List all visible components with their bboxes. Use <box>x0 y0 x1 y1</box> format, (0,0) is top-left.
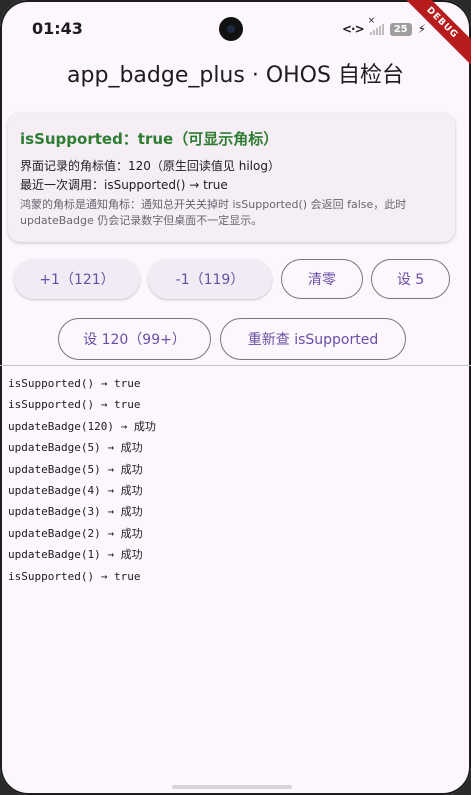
home-indicator[interactable] <box>172 785 292 789</box>
log-entry: updateBadge(1) → 成功 <box>8 548 143 562</box>
signal-icon: × <box>368 16 384 35</box>
last-call-line: 最近一次调用：isSupported() → true <box>20 178 228 192</box>
call-log: isSupported() → true isSupported() → tru… <box>8 373 156 587</box>
log-entry: isSupported() → true <box>8 569 141 583</box>
set-120-button[interactable]: 设 120（99+） <box>58 318 211 360</box>
status-card: isSupported：true（可显示角标） 界面记录的角标值：120（原生回… <box>8 113 455 242</box>
status-icons: <·> × 25 ⚡ <box>342 16 427 38</box>
log-entry: isSupported() → true <box>8 398 141 412</box>
charging-bolt-icon: ⚡ <box>417 22 427 36</box>
decrement-button[interactable]: -1（119） <box>148 259 272 299</box>
log-entry: updateBadge(4) → 成功 <box>8 483 143 497</box>
battery-icon: 25 <box>389 22 412 36</box>
increment-button[interactable]: +1（121） <box>14 259 140 299</box>
camera-cutout <box>219 17 243 41</box>
log-entry: updateBadge(5) → 成功 <box>8 441 143 455</box>
log-entry: updateBadge(2) → 成功 <box>8 526 143 540</box>
status-time: 01:43 <box>32 19 83 38</box>
log-entry: updateBadge(3) → 成功 <box>8 505 143 519</box>
harmony-note: 鸿蒙的角标是通知角标：通知总开关关掉时 isSupported() 会返回 fa… <box>20 198 407 227</box>
log-entry: updateBadge(120) → 成功 <box>8 419 156 433</box>
log-divider <box>0 365 471 366</box>
supported-status-title: isSupported：true（可显示角标） <box>20 130 279 148</box>
app-screen: 01:43 <·> × 25 ⚡ DEBUG app_badge_plus · … <box>0 0 471 795</box>
recheck-supported-button[interactable]: 重新查 isSupported <box>220 318 406 360</box>
developer-code-icon: <·> <box>342 22 365 36</box>
clear-badge-button[interactable]: 清零 <box>281 259 363 299</box>
app-title: app_badge_plus · OHOS 自检台 <box>67 63 404 88</box>
log-entry: isSupported() → true <box>8 377 141 390</box>
log-entry: updateBadge(5) → 成功 <box>8 462 143 476</box>
badge-value-line: 界面记录的角标值：120（原生回读值见 hilog） <box>20 159 280 173</box>
set-5-button[interactable]: 设 5 <box>371 259 450 299</box>
